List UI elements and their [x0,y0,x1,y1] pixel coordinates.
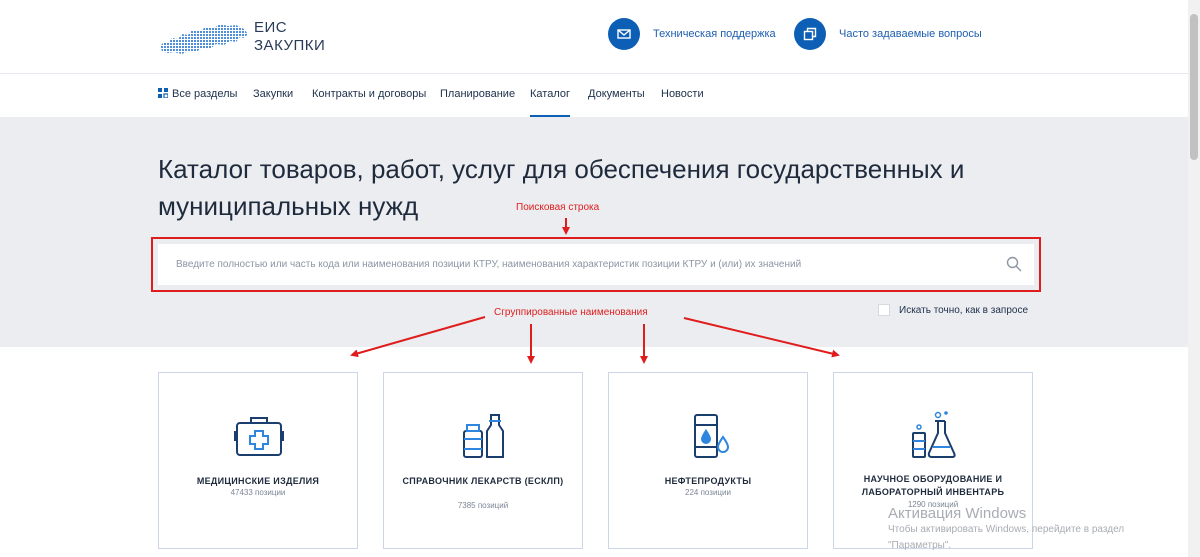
scrollbar-thumb[interactable] [1190,14,1198,160]
logo-text[interactable]: ЕИС ЗАКУПКИ [254,19,325,55]
exact-search-option[interactable]: Искать точно, как в запросе [878,304,1028,316]
card-count: 224 позиции [685,488,731,497]
nav-label: Планирование [440,88,516,100]
faq-link[interactable]: Часто задаваемые вопросы [794,18,982,50]
lab-flask-icon [912,411,956,458]
nav-label: Закупки [253,88,294,100]
nav-item-contracts[interactable]: Контракты и договоры [312,88,426,117]
card-title: НАУЧНОЕ ОБОРУДОВАНИЕ И ЛАБОРАТОРНЫЙ ИНВЕ… [861,474,1005,497]
russia-map-logo-icon[interactable] [158,22,250,56]
nav-item-documents[interactable]: Документы [588,88,645,117]
card-title: СПРАВОЧНИК ЛЕКАРСТВ (ЕСКЛП) [402,476,564,486]
site-header: ЕИС ЗАКУПКИ Техническая поддержка Часто … [0,0,1188,74]
nav-label: Документы [588,88,645,100]
card-lab-equipment[interactable]: НАУЧНОЕ ОБОРУДОВАНИЕ И ЛАБОРАТОРНЫЙ ИНВЕ… [833,372,1033,549]
page-title: Каталог товаров, работ, услуг для обеспе… [158,154,965,221]
nav-label: Все разделы [172,88,238,100]
nav-label: Контракты и договоры [312,88,427,100]
nav-item-planning[interactable]: Планирование [440,88,515,117]
medical-case-icon [234,417,284,456]
exact-search-checkbox[interactable] [878,304,890,316]
sections-icon [158,88,168,98]
card-title: НЕФТЕПРОДУКТЫ [664,476,752,486]
nav-label: Новости [661,88,704,100]
oil-barrel-icon [694,414,730,458]
faq-icon [794,18,826,50]
page-scrollbar[interactable] [1188,0,1200,557]
main-nav: Все разделы Закупки Контракты и договоры… [0,75,1188,117]
nav-item-purchases[interactable]: Закупки [253,88,293,117]
nav-label: Каталог [530,88,570,100]
faq-label: Часто задаваемые вопросы [839,28,982,40]
support-label: Техническая поддержка [653,28,776,40]
search-input[interactable] [158,244,1034,285]
nav-item-all-sections[interactable]: Все разделы [158,88,237,117]
exact-search-label: Искать точно, как в запросе [899,304,1028,316]
logo-line2: ЗАКУПКИ [254,37,326,54]
card-drug-reference[interactable]: СПРАВОЧНИК ЛЕКАРСТВ (ЕСКЛП) 7385 позиций [383,372,583,549]
annotation-search-label: Поисковая строка [516,202,600,213]
windows-activation-title: Активация Windows [888,505,1027,522]
search-icon[interactable] [1006,256,1022,272]
annotation-groups-label: Сгруппированные наименования [494,307,648,318]
nav-item-catalog[interactable]: Каталог [530,88,570,117]
card-oil-products[interactable]: НЕФТЕПРОДУКТЫ 224 позиции [608,372,808,549]
logo-line1: ЕИС [254,19,288,36]
card-title: МЕДИЦИНСКИЕ ИЗДЕЛИЯ [196,476,320,486]
support-link[interactable]: Техническая поддержка [608,18,776,50]
windows-activation-text: Чтобы активировать Windows, перейдите в … [888,524,1125,535]
mail-icon [608,18,640,50]
card-medical-devices[interactable]: МЕДИЦИНСКИЕ ИЗДЕЛИЯ 47433 позиции [158,372,358,549]
card-count: 7385 позиций [457,501,509,510]
card-count: 47433 позиции [230,488,286,497]
nav-item-news[interactable]: Новости [661,88,704,117]
medicine-bottles-icon [463,414,504,458]
windows-activation-text-2: "Параметры". [888,540,952,551]
